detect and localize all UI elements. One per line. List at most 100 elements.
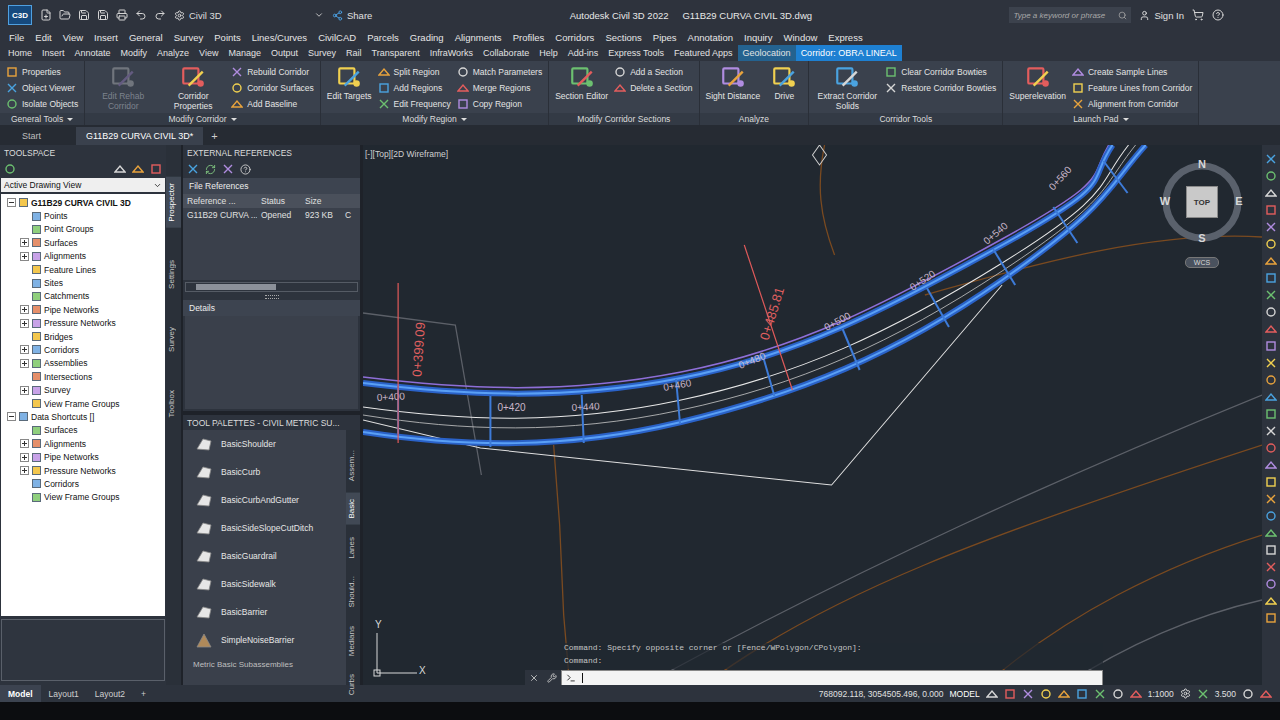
tool-icon[interactable] bbox=[1260, 688, 1272, 700]
tree-item[interactable]: View Frame Groups bbox=[1, 491, 165, 504]
ribbon-tab[interactable]: Insert bbox=[37, 45, 70, 61]
station-marker[interactable]: 0+399.09 bbox=[398, 283, 428, 443]
ribbon-large-button[interactable]: Superelevation bbox=[1009, 64, 1066, 101]
ribbon-small-button[interactable]: Split Region bbox=[378, 64, 451, 79]
side-tab[interactable]: Prospector bbox=[166, 177, 181, 228]
coordinates[interactable]: 768092.118, 3054505.496, 0.000 bbox=[819, 689, 944, 699]
menu-item[interactable]: Parcels bbox=[367, 32, 399, 43]
menu-item[interactable]: CivilCAD bbox=[318, 32, 356, 43]
viewcube-face[interactable]: TOP bbox=[1186, 186, 1218, 218]
tool-icon[interactable] bbox=[1265, 340, 1277, 352]
menu-item[interactable]: Insert bbox=[94, 32, 118, 43]
ribbon-small-button[interactable]: Rebuild Corridor bbox=[231, 64, 314, 79]
compass-south[interactable]: S bbox=[1195, 232, 1209, 244]
menu-item[interactable]: Window bbox=[784, 32, 818, 43]
viewcube[interactable]: NSEWTOPWCS bbox=[1159, 159, 1245, 271]
tree-item[interactable]: Sites bbox=[1, 276, 165, 289]
tool-icon[interactable] bbox=[885, 66, 897, 78]
ribbon-tab[interactable]: Express Tools bbox=[603, 45, 669, 61]
side-tab[interactable]: Settings bbox=[166, 254, 181, 295]
help-icon[interactable] bbox=[1212, 9, 1224, 21]
column-header[interactable]: Status bbox=[257, 196, 301, 206]
expander-icon[interactable] bbox=[20, 238, 29, 247]
search-field[interactable]: Type a keyword or phrase bbox=[1009, 7, 1131, 23]
cart-icon[interactable] bbox=[1192, 9, 1204, 21]
tree-item[interactable]: Catchments bbox=[1, 290, 165, 303]
tool-icon[interactable] bbox=[1265, 306, 1277, 318]
expander-icon[interactable] bbox=[20, 345, 29, 354]
tool-icon[interactable] bbox=[1040, 688, 1052, 700]
command-input[interactable] bbox=[561, 670, 1103, 685]
tool-icon[interactable] bbox=[231, 98, 243, 110]
ribbon-small-button[interactable]: Merge Regions bbox=[457, 80, 542, 95]
tool-icon[interactable] bbox=[1094, 688, 1106, 700]
table-row[interactable]: G11B29 CURVA ...Opened923 KBC bbox=[183, 208, 360, 222]
ribbon-tab[interactable]: Modify bbox=[116, 45, 153, 61]
tool-icon[interactable] bbox=[457, 66, 469, 78]
ribbon-tab[interactable]: Output bbox=[266, 45, 303, 61]
layout-tab[interactable]: Layout2 bbox=[87, 685, 133, 702]
expander-icon[interactable] bbox=[20, 439, 29, 448]
tool-icon[interactable] bbox=[1265, 374, 1277, 386]
tree-item[interactable]: G11B29 CURVA CIVIL 3D bbox=[1, 196, 165, 209]
add-layout-button[interactable]: + bbox=[133, 685, 154, 702]
ribbon-tab[interactable]: Home bbox=[3, 45, 37, 61]
redo-icon[interactable] bbox=[154, 9, 166, 21]
tool-icon[interactable] bbox=[1265, 391, 1277, 403]
tool-icon[interactable] bbox=[6, 82, 18, 94]
tool-icon[interactable] bbox=[231, 82, 243, 94]
tool-icon[interactable] bbox=[222, 163, 234, 175]
ribbon-tab[interactable]: Manage bbox=[223, 45, 266, 61]
tool-icon[interactable] bbox=[1265, 476, 1277, 488]
tool-icon[interactable] bbox=[457, 82, 469, 94]
menu-item[interactable]: File bbox=[9, 32, 24, 43]
save-icon[interactable] bbox=[78, 9, 90, 21]
close-icon[interactable] bbox=[529, 673, 539, 683]
tool-icon[interactable] bbox=[1022, 688, 1034, 700]
tool-icon[interactable] bbox=[1130, 688, 1142, 700]
ucs-menu[interactable]: WCS bbox=[1185, 257, 1219, 268]
ribbon-tab[interactable]: Survey bbox=[303, 45, 341, 61]
menu-item[interactable]: Alignments bbox=[455, 32, 502, 43]
menu-item[interactable]: View bbox=[63, 32, 83, 43]
menu-item[interactable]: Points bbox=[214, 32, 240, 43]
help-icon[interactable] bbox=[240, 164, 251, 175]
model-space-toggle[interactable]: MODEL bbox=[949, 689, 979, 699]
menu-item[interactable]: General bbox=[129, 32, 163, 43]
tool-icon[interactable] bbox=[1265, 238, 1277, 250]
palette-item[interactable]: BasicGuardrail bbox=[187, 542, 346, 570]
tool-icon[interactable] bbox=[1242, 688, 1254, 700]
ribbon-tab[interactable]: Annotate bbox=[70, 45, 116, 61]
tree-item[interactable]: Survey bbox=[1, 383, 165, 396]
tree-item[interactable]: Surfaces bbox=[1, 424, 165, 437]
tool-icon[interactable] bbox=[378, 66, 390, 78]
expander-icon[interactable] bbox=[20, 386, 29, 395]
ribbon-small-button[interactable]: Copy Region bbox=[457, 96, 542, 111]
tree-item[interactable]: Pressure Networks bbox=[1, 317, 165, 330]
ribbon-large-button[interactable]: Edit Rehab Corridor bbox=[91, 64, 155, 111]
tree-item[interactable]: Surfaces bbox=[1, 236, 165, 249]
tool-icon[interactable] bbox=[885, 82, 897, 94]
tool-icon[interactable] bbox=[1072, 66, 1084, 78]
tool-icon[interactable] bbox=[1265, 408, 1277, 420]
drawing-canvas[interactable]: 0+4000+4200+4400+4600+4800+5000+5200+540… bbox=[363, 145, 1262, 685]
tool-icon[interactable] bbox=[457, 98, 469, 110]
ribbon-small-button[interactable]: Properties bbox=[6, 64, 78, 79]
ribbon-tab[interactable]: Analyze bbox=[152, 45, 194, 61]
ribbon-group-label[interactable]: Launch Pad bbox=[1003, 113, 1198, 125]
save-as-icon[interactable] bbox=[97, 9, 109, 21]
new-file-icon[interactable] bbox=[40, 9, 52, 21]
palette-item[interactable]: BasicSidewalk bbox=[187, 570, 346, 598]
palette-item[interactable]: SimpleNoiseBarrier bbox=[187, 626, 346, 654]
tool-icon[interactable] bbox=[1265, 170, 1277, 182]
tool-icon[interactable] bbox=[1265, 425, 1277, 437]
tool-icon[interactable] bbox=[1265, 272, 1277, 284]
ribbon-large-button[interactable]: Sight Distance bbox=[706, 64, 761, 101]
palette-item[interactable]: BasicBarrier bbox=[187, 598, 346, 626]
palette-item[interactable]: BasicCurbAndGutter bbox=[187, 486, 346, 514]
document-tab[interactable]: G11B29 CURVA CIVIL 3D* bbox=[76, 127, 203, 145]
ribbon-tab[interactable]: Geolocation bbox=[738, 45, 796, 61]
tool-icon[interactable] bbox=[1265, 255, 1277, 267]
refresh-icon[interactable] bbox=[205, 164, 216, 175]
menu-item[interactable]: Sections bbox=[605, 32, 641, 43]
